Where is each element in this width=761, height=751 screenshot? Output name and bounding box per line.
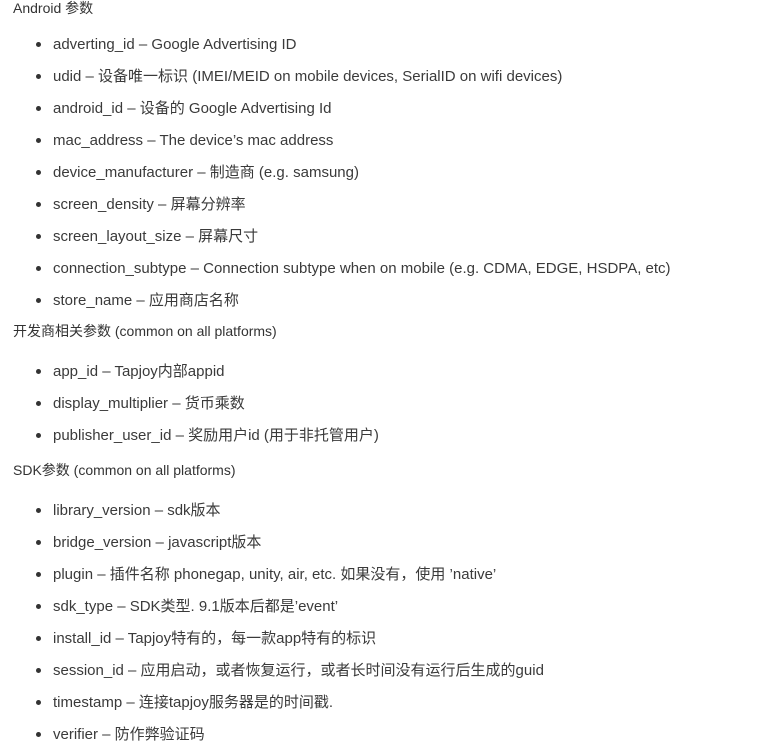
bullet-icon: [36, 298, 41, 303]
list-item-text: screen_layout_size – 屏幕尺寸: [53, 228, 259, 245]
sdk-param-list: library_version – sdk版本 bridge_version –…: [13, 495, 761, 751]
bullet-icon: [36, 732, 41, 737]
bullet-icon: [36, 668, 41, 673]
bullet-icon: [36, 508, 41, 513]
list-item: app_id – Tapjoy内部appid: [13, 356, 761, 388]
bullet-icon: [36, 170, 41, 175]
list-item: verifier – 防作弊验证码: [13, 719, 761, 751]
bullet-icon: [36, 106, 41, 111]
list-item-text: verifier – 防作弊验证码: [53, 726, 205, 743]
list-item: udid – 设备唯一标识 (IMEI/MEID on mobile devic…: [13, 61, 761, 93]
bullet-icon: [36, 369, 41, 374]
list-item: install_id – Tapjoy特有的，每一款app特有的标识: [13, 623, 761, 655]
list-item-text: screen_density – 屏幕分辨率: [53, 196, 246, 213]
list-item-text: timestamp – 连接tapjoy服务器是的时间戳.: [53, 694, 334, 711]
list-item-text: install_id – Tapjoy特有的，每一款app特有的标识: [53, 630, 377, 647]
bullet-icon: [36, 572, 41, 577]
section-title-developer: 开发商相关参数 (common on all platforms): [13, 323, 277, 339]
list-item: android_id – 设备的 Google Advertising Id: [13, 93, 761, 125]
list-item-text: app_id – Tapjoy内部appid: [53, 363, 225, 380]
list-item: sdk_type – SDK类型. 9.1版本后都是’event’: [13, 591, 761, 623]
list-item-text: adverting_id – Google Advertising ID: [53, 36, 297, 53]
list-item-text: sdk_type – SDK类型. 9.1版本后都是’event’: [53, 598, 339, 615]
list-item: screen_density – 屏幕分辨率: [13, 189, 761, 221]
list-item-text: android_id – 设备的 Google Advertising Id: [53, 100, 332, 117]
list-item-text: library_version – sdk版本: [53, 502, 221, 519]
bullet-icon: [36, 202, 41, 207]
list-item-text: display_multiplier – 货币乘数: [53, 395, 245, 412]
section-title-android: Android 参数: [13, 0, 94, 16]
list-item: mac_address – The device’s mac address: [13, 125, 761, 157]
bullet-icon: [36, 266, 41, 271]
bullet-icon: [36, 540, 41, 545]
list-item: publisher_user_id – 奖励用户id (用于非托管用户): [13, 420, 761, 452]
list-item: bridge_version – javascript版本: [13, 527, 761, 559]
list-item-text: connection_subtype – Connection subtype …: [53, 260, 671, 277]
list-item: library_version – sdk版本: [13, 495, 761, 527]
bullet-icon: [36, 74, 41, 79]
list-item: screen_layout_size – 屏幕尺寸: [13, 221, 761, 253]
document: Android 参数 adverting_id – Google Adverti…: [0, 0, 761, 744]
list-item-text: mac_address – The device’s mac address: [53, 132, 334, 149]
list-item: display_multiplier – 货币乘数: [13, 388, 761, 420]
list-item-text: device_manufacturer – 制造商 (e.g. samsung): [53, 164, 359, 181]
list-item-text: publisher_user_id – 奖励用户id (用于非托管用户): [53, 427, 379, 444]
list-item-text: plugin – 插件名称 phonegap, unity, air, etc.…: [53, 566, 497, 583]
developer-param-list: app_id – Tapjoy内部appid display_multiplie…: [13, 356, 761, 452]
android-param-list: adverting_id – Google Advertising ID udi…: [13, 29, 761, 317]
list-item: session_id – 应用启动，或者恢复运行，或者长时间没有运行后生成的gu…: [13, 655, 761, 687]
bullet-icon: [36, 42, 41, 47]
list-item: plugin – 插件名称 phonegap, unity, air, etc.…: [13, 559, 761, 591]
list-item: adverting_id – Google Advertising ID: [13, 29, 761, 61]
bullet-icon: [36, 636, 41, 641]
list-item: timestamp – 连接tapjoy服务器是的时间戳.: [13, 687, 761, 719]
section-title-sdk: SDK参数 (common on all platforms): [13, 462, 236, 478]
list-item: store_name – 应用商店名称: [13, 285, 761, 317]
list-item-text: store_name – 应用商店名称: [53, 292, 239, 309]
list-item-text: bridge_version – javascript版本: [53, 534, 262, 551]
list-item: connection_subtype – Connection subtype …: [13, 253, 761, 285]
bullet-icon: [36, 700, 41, 705]
bullet-icon: [36, 138, 41, 143]
list-item-text: session_id – 应用启动，或者恢复运行，或者长时间没有运行后生成的gu…: [53, 662, 544, 679]
list-item-text: udid – 设备唯一标识 (IMEI/MEID on mobile devic…: [53, 68, 563, 85]
bullet-icon: [36, 604, 41, 609]
bullet-icon: [36, 401, 41, 406]
list-item: device_manufacturer – 制造商 (e.g. samsung): [13, 157, 761, 189]
bullet-icon: [36, 234, 41, 239]
bullet-icon: [36, 433, 41, 438]
